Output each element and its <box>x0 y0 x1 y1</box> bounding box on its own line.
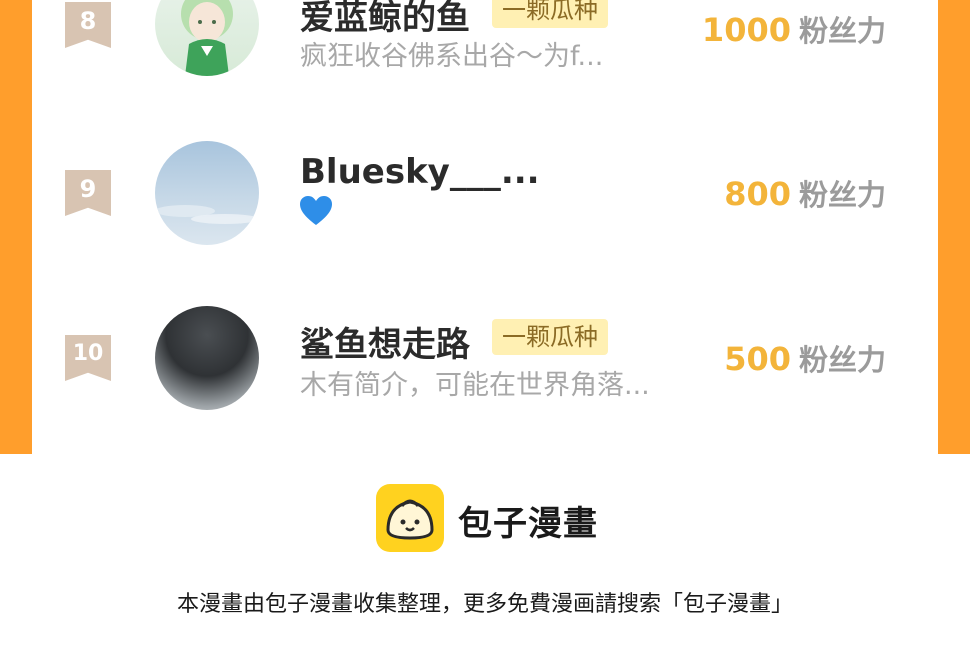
rank-number: 8 <box>79 7 97 35</box>
score-unit: 粉丝力 <box>798 343 886 377</box>
footer-notice: 本漫畫由包子漫畫收集整理，更多免費漫画請搜索「包子漫畫」 <box>176 592 793 617</box>
fan-power-score: 1000 粉丝力 <box>702 8 886 50</box>
bun-face-icon-svg <box>386 499 434 540</box>
rank-badge: 9 <box>65 170 111 216</box>
score-unit: 粉丝力 <box>798 178 886 212</box>
anime-character-avatar[interactable] <box>155 0 259 76</box>
score-value: 800 <box>724 175 791 213</box>
rank-number: 9 <box>79 175 97 203</box>
rank-badge: 10 <box>65 335 111 381</box>
score-value: 1000 <box>701 11 791 49</box>
brand-name: 包子漫畫 <box>458 504 598 544</box>
user-name[interactable]: 鲨鱼想走路 <box>300 317 470 366</box>
anime-character-avatar-icon <box>181 0 233 76</box>
leaderboard-row[interactable]: 10 鲨鱼想走路 一颗瓜种 木有简介，可能在世界角落... 500 粉丝力 <box>32 305 938 415</box>
sky-avatar[interactable] <box>155 141 259 245</box>
blue-heart-icon <box>300 196 332 225</box>
score-value: 500 <box>724 340 791 378</box>
leaderboard-row[interactable]: 9 Bluesky___... 800 粉丝力 <box>32 140 938 250</box>
score-unit: 粉丝力 <box>798 14 886 48</box>
footer: 包子漫畫 本漫畫由包子漫畫收集整理，更多免費漫画請搜索「包子漫畫」 <box>0 454 970 654</box>
cloud-avatar[interactable] <box>155 306 259 410</box>
rank-badge: 8 <box>65 2 111 48</box>
bun-face-icon <box>376 484 444 552</box>
user-bio: 木有简介，可能在世界角落... <box>300 370 650 401</box>
user-bio: 疯狂收谷佛系出谷～为f... <box>300 41 604 72</box>
rank-number: 10 <box>72 341 104 366</box>
fan-level-tag: 一颗瓜种 <box>492 319 608 355</box>
blue-heart-emoji <box>300 196 332 230</box>
user-name[interactable]: Bluesky___... <box>300 152 540 192</box>
fan-level-tag: 一颗瓜种 <box>492 0 608 28</box>
fan-power-score: 800 粉丝力 <box>724 172 886 214</box>
leaderboard-row[interactable]: 8 爱蓝鲸的鱼 一颗瓜种 疯狂收谷佛系出谷～为f... 1000 粉丝力 <box>32 0 938 82</box>
sky-avatar-icon <box>155 205 259 224</box>
leaderboard-card: 8 爱蓝鲸的鱼 一颗瓜种 疯狂收谷佛系出谷～为f... 1000 粉丝力 9 B… <box>32 0 938 454</box>
fan-power-score: 500 粉丝力 <box>724 337 886 379</box>
